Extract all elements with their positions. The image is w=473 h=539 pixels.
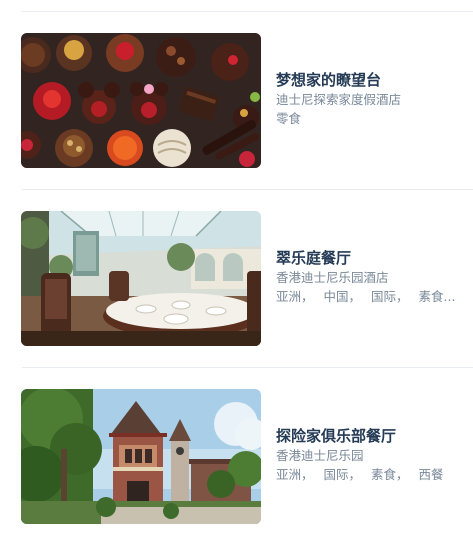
- dining-card-dreamers-lookout[interactable]: 梦想家的瞭望台 迪士尼探索家度假酒店 零食: [0, 33, 473, 171]
- dining-info: 梦想家的瞭望台 迪士尼探索家度假酒店 零食: [276, 70, 466, 128]
- cuisine-tag: 中国，: [323, 289, 362, 304]
- cuisine-tag: 亚洲，: [276, 467, 314, 482]
- dining-location: 香港迪士尼乐园酒店: [276, 270, 389, 285]
- cuisine-tag: 西餐: [418, 467, 444, 482]
- cuisine-tag: 素食...: [418, 289, 456, 304]
- dining-title[interactable]: 探险家俱乐部餐厅: [276, 426, 466, 446]
- dining-thumbnail-building-exterior[interactable]: [21, 389, 261, 524]
- card-divider: [22, 367, 473, 368]
- cuisine-tag: 亚洲，: [276, 289, 314, 304]
- dining-card-explorers-club[interactable]: 探险家俱乐部餐厅 香港迪士尼乐园 亚洲， 国际， 素食， 西餐: [0, 389, 473, 527]
- dining-thumbnail-chocolates[interactable]: [21, 33, 261, 168]
- dining-location: 迪士尼探索家度假酒店: [276, 92, 402, 107]
- dining-thumbnail-restaurant-interior[interactable]: [21, 211, 261, 346]
- cuisine-tag: 国际，: [323, 467, 362, 482]
- cuisine-tag: 零食: [276, 111, 302, 126]
- dining-location: 香港迪士尼乐园: [276, 448, 364, 463]
- dining-tags: 亚洲， 国际， 素食， 西餐: [276, 465, 466, 484]
- chocolates-image: [21, 33, 261, 168]
- dining-tags: 亚洲， 中国， 国际， 素食...: [276, 287, 466, 306]
- restaurant-interior-image: [21, 211, 261, 346]
- dining-tags: 零食: [276, 109, 466, 128]
- cuisine-tag: 素食，: [371, 467, 409, 482]
- dining-card-enchanted-garden[interactable]: 翠乐庭餐厅 香港迪士尼乐园酒店 亚洲， 中国， 国际， 素食...: [0, 211, 473, 349]
- cuisine-tag: 国际，: [371, 289, 409, 304]
- top-divider: [22, 11, 473, 12]
- dining-title[interactable]: 翠乐庭餐厅: [276, 248, 466, 268]
- card-divider: [22, 189, 473, 190]
- dining-info: 翠乐庭餐厅 香港迪士尼乐园酒店 亚洲， 中国， 国际， 素食...: [276, 248, 466, 306]
- dining-title[interactable]: 梦想家的瞭望台: [276, 70, 466, 90]
- building-exterior-image: [21, 389, 261, 524]
- dining-info: 探险家俱乐部餐厅 香港迪士尼乐园 亚洲， 国际， 素食， 西餐: [276, 426, 466, 484]
